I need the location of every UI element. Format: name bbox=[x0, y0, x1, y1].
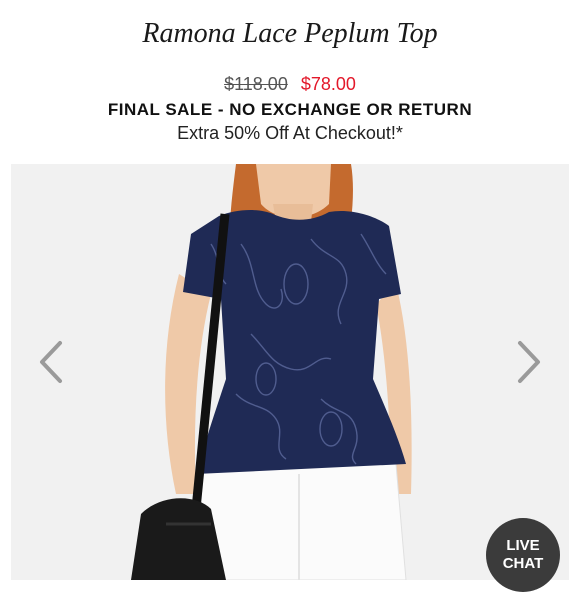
price-row: $118.00 $78.00 bbox=[0, 74, 580, 95]
original-price: $118.00 bbox=[224, 74, 288, 94]
product-image[interactable] bbox=[11, 164, 569, 580]
live-chat-line2: CHAT bbox=[502, 555, 544, 572]
live-chat-line1: LIVE bbox=[506, 537, 540, 554]
live-chat-button[interactable]: LIVE CHAT bbox=[486, 518, 560, 592]
chevron-left-icon[interactable] bbox=[32, 337, 72, 387]
chevron-right-icon[interactable] bbox=[508, 337, 548, 387]
sale-price: $78.00 bbox=[300, 74, 356, 94]
product-title: Ramona Lace Peplum Top bbox=[142, 18, 438, 49]
final-sale-notice: FINAL SALE - NO EXCHANGE OR RETURN bbox=[107, 100, 473, 119]
product-photo-illustration bbox=[131, 164, 412, 580]
promo-text: Extra 50% Off At Checkout!* bbox=[177, 123, 403, 143]
